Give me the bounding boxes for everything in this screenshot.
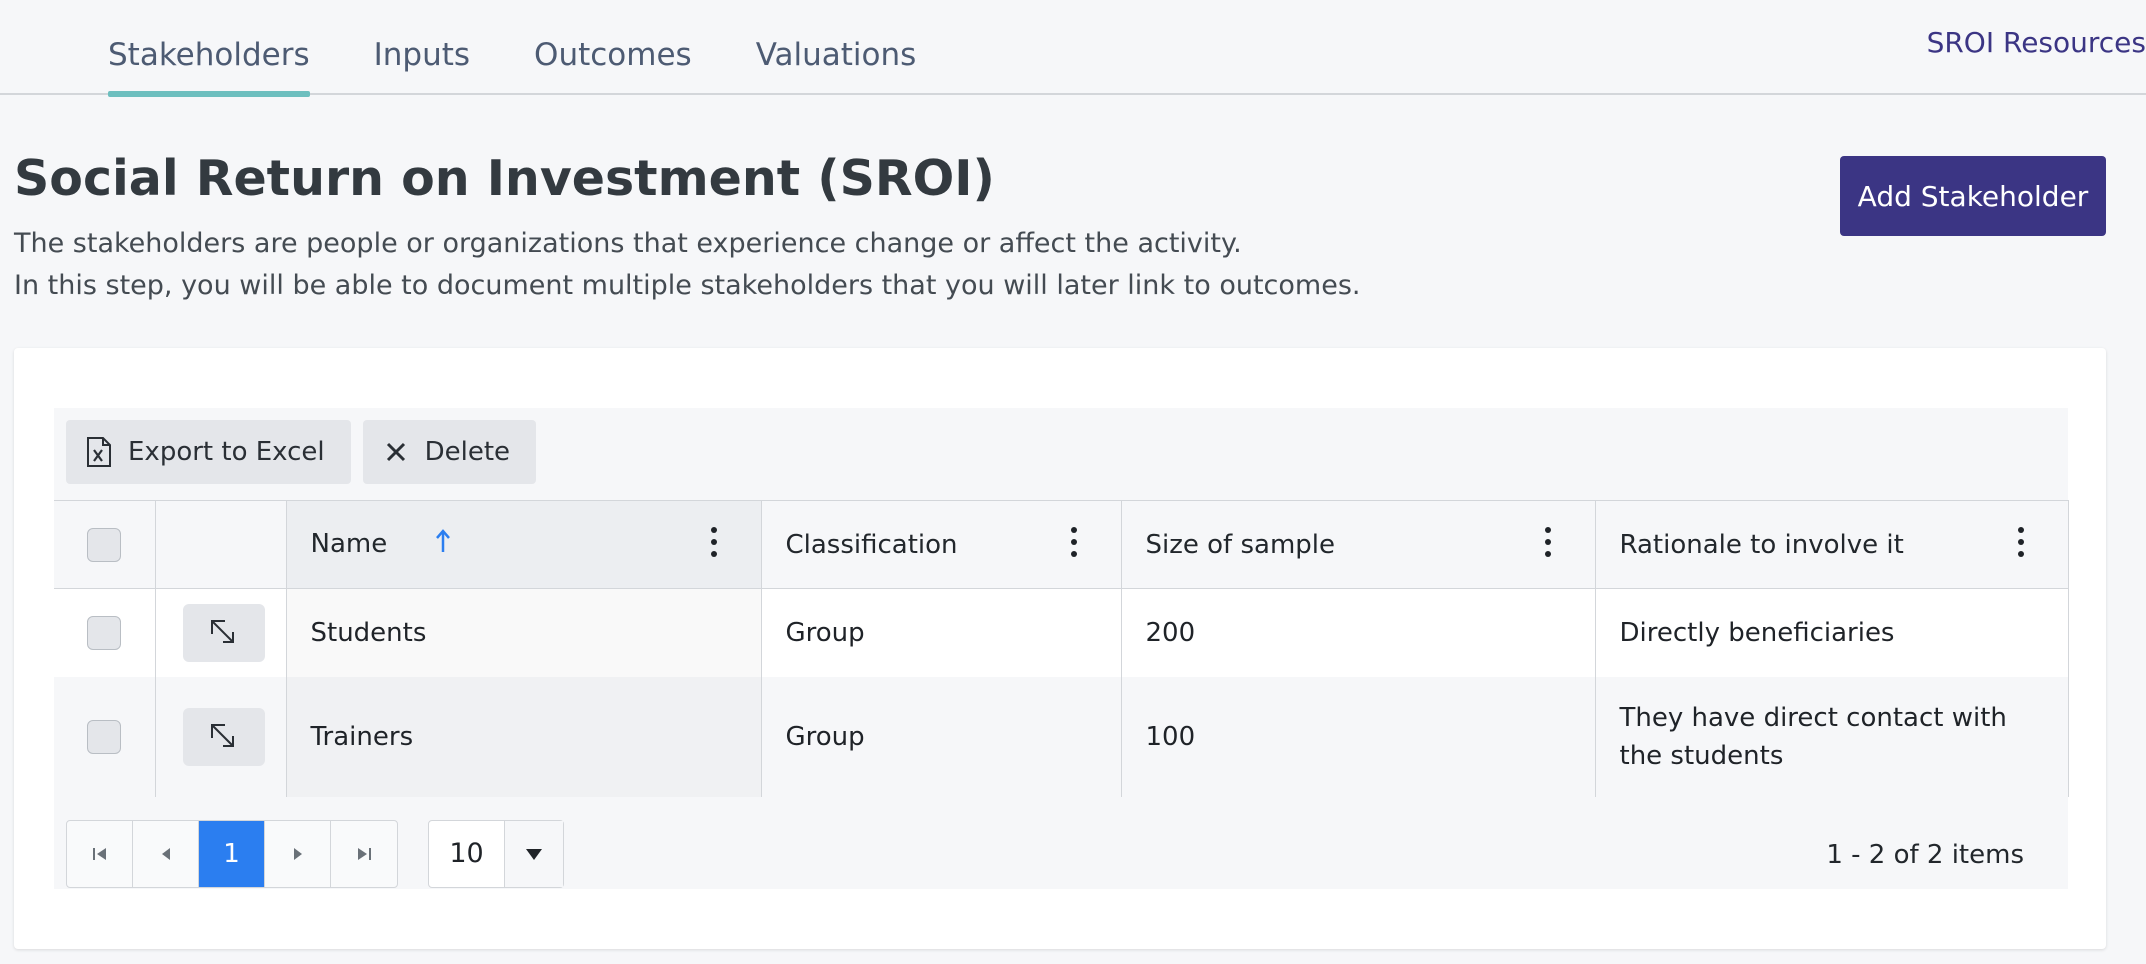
column-menu-icon[interactable] [1069, 527, 1079, 557]
sroi-resources-link[interactable]: SROI Resources [1927, 26, 2146, 59]
page-title: Social Return on Investment (SROI) [14, 150, 995, 207]
page-1-button[interactable]: 1 [199, 821, 265, 887]
page-size-dropdown-button[interactable] [505, 821, 563, 887]
column-header-rationale-label: Rationale to involve it [1619, 529, 1904, 560]
table-row[interactable]: Students Group 200 Directly beneficiarie… [54, 588, 2069, 677]
column-header-rationale[interactable]: Rationale to involve it [1595, 500, 2069, 589]
column-header-size-label: Size of sample [1145, 529, 1336, 560]
column-header-name[interactable]: Name [286, 500, 762, 589]
next-page-button[interactable] [265, 821, 331, 887]
top-nav: Stakeholders Inputs Outcomes Valuations … [0, 0, 2146, 97]
cell-rationale-text: They have direct contact with the studen… [1619, 702, 2007, 771]
prev-page-button[interactable] [133, 821, 199, 887]
pagination: 1 [66, 820, 398, 888]
tab-bar: Stakeholders Inputs Outcomes Valuations [108, 0, 980, 97]
cell-rationale: They have direct contact with the studen… [1595, 676, 2069, 797]
cell-rationale-text: Directly beneficiaries [1619, 617, 1895, 648]
export-to-excel-label: Export to Excel [128, 437, 325, 467]
stakeholders-card: Export to Excel Delete Name Classificati… [14, 348, 2106, 949]
row-select-cell [54, 588, 156, 677]
cell-name: Students [286, 588, 762, 677]
chevron-right-icon [293, 848, 302, 860]
expand-icon [210, 723, 234, 747]
last-page-icon [358, 848, 371, 860]
select-all-cell [54, 500, 156, 589]
page-size-value[interactable]: 10 [429, 821, 505, 887]
expand-icon [210, 619, 234, 643]
last-page-button[interactable] [331, 821, 397, 887]
column-menu-icon[interactable] [709, 527, 719, 557]
cell-classification: Group [761, 588, 1122, 677]
grid-toolbar: Export to Excel Delete [66, 420, 548, 484]
expand-row-button[interactable] [182, 603, 265, 662]
select-all-checkbox[interactable] [87, 527, 122, 562]
first-page-button[interactable] [67, 821, 133, 887]
row-expand-cell [155, 676, 287, 797]
tab-outcomes[interactable]: Outcomes [534, 0, 692, 95]
column-header-classification-label: Classification [785, 529, 958, 560]
page-size-select[interactable]: 10 [428, 820, 564, 888]
add-stakeholder-button[interactable]: Add Stakeholder [1840, 156, 2106, 236]
page-description-line1: The stakeholders are people or organizat… [14, 228, 1242, 259]
stakeholders-table: Name Classification Size of sample Ratio… [54, 500, 2069, 797]
cell-rationale: Directly beneficiaries [1595, 588, 2069, 677]
first-page-icon [92, 848, 106, 860]
column-menu-icon[interactable] [2016, 527, 2026, 557]
row-checkbox[interactable] [87, 719, 122, 754]
tab-stakeholders[interactable]: Stakeholders [108, 0, 310, 97]
delete-button[interactable]: Delete [362, 420, 537, 484]
column-header-name-label: Name [310, 529, 388, 559]
expand-header-cell [155, 500, 287, 589]
stakeholders-grid: Export to Excel Delete Name Classificati… [54, 408, 2069, 889]
table-header-row: Name Classification Size of sample Ratio… [54, 500, 2069, 589]
close-icon [381, 437, 411, 467]
cell-classification: Group [761, 676, 1122, 797]
column-header-classification[interactable]: Classification [761, 500, 1122, 589]
row-select-cell [54, 676, 156, 797]
tab-inputs[interactable]: Inputs [374, 0, 470, 95]
pager-info: 1 - 2 of 2 items [1826, 840, 2024, 870]
excel-file-icon [84, 437, 114, 467]
column-menu-icon[interactable] [1543, 527, 1553, 557]
delete-label: Delete [424, 437, 511, 467]
chevron-left-icon [161, 848, 170, 860]
cell-size-of-sample: 200 [1121, 588, 1596, 677]
page-description-line2: In this step, you will be able to docume… [14, 270, 1361, 301]
expand-row-button[interactable] [182, 707, 265, 766]
cell-size-of-sample: 100 [1121, 676, 1596, 797]
export-to-excel-button[interactable]: Export to Excel [66, 420, 351, 484]
row-expand-cell [155, 588, 287, 677]
column-header-size-of-sample[interactable]: Size of sample [1121, 500, 1596, 589]
row-checkbox[interactable] [87, 615, 122, 650]
table-row[interactable]: Trainers Group 100 They have direct cont… [54, 676, 2069, 797]
sort-ascending-icon [435, 528, 451, 561]
cell-name: Trainers [286, 676, 762, 797]
caret-down-icon [526, 849, 542, 860]
tab-valuations[interactable]: Valuations [756, 0, 917, 95]
